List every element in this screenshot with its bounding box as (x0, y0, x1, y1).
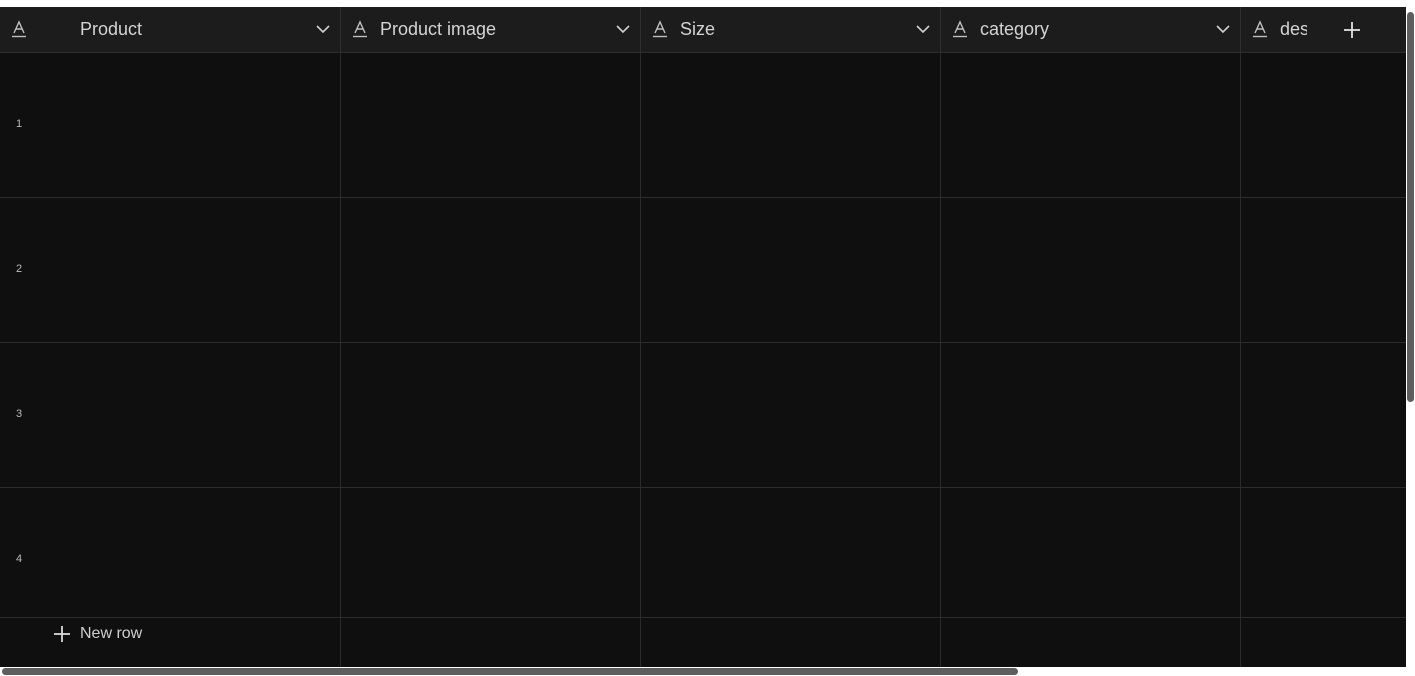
row-number: 3 (16, 408, 23, 420)
chevron-down-icon[interactable] (1214, 20, 1232, 38)
row-number: 2 (16, 263, 23, 275)
plus-icon (54, 626, 70, 642)
column-label: category (980, 19, 1050, 39)
table-row[interactable]: 1 (0, 53, 1406, 198)
column-label: des (1280, 19, 1307, 39)
table-row[interactable]: 4 (0, 488, 1406, 618)
column-header-product-image[interactable]: Product image (341, 7, 641, 52)
text-type-icon (653, 20, 667, 38)
add-column-plus-icon[interactable] (1341, 19, 1363, 41)
column-divider (1240, 53, 1241, 667)
row-number: 1 (16, 118, 23, 130)
column-label: Size (680, 19, 716, 39)
text-type-icon (1253, 20, 1267, 38)
chevron-down-icon[interactable] (314, 20, 332, 38)
column-divider (340, 53, 341, 667)
chevron-down-icon[interactable] (914, 20, 932, 38)
vertical-scrollbar-thumb[interactable] (1407, 12, 1414, 402)
row-number: 4 (16, 553, 23, 565)
chevron-down-icon[interactable] (614, 20, 632, 38)
data-grid: Product Product image Size category des … (0, 7, 1406, 667)
new-row-button[interactable]: New row (52, 622, 142, 646)
column-header-size[interactable]: Size (641, 7, 941, 52)
text-type-icon (953, 20, 967, 38)
table-row[interactable]: 3 (0, 343, 1406, 488)
column-header-category[interactable]: category (941, 7, 1241, 52)
column-label: Product (80, 19, 143, 39)
column-header-description[interactable]: des (1241, 7, 1307, 52)
new-row-label: New row (80, 625, 143, 642)
text-type-icon (353, 20, 367, 38)
column-label: Product image (380, 19, 497, 39)
text-type-icon (12, 20, 26, 38)
table-row[interactable]: 2 (0, 198, 1406, 343)
column-divider (640, 53, 641, 667)
top-edge (0, 0, 1415, 7)
column-header-row: Product Product image Size category des (0, 7, 1406, 53)
column-header-product[interactable]: Product (0, 7, 341, 52)
column-divider (940, 53, 941, 667)
horizontal-scrollbar-thumb[interactable] (2, 668, 1018, 675)
